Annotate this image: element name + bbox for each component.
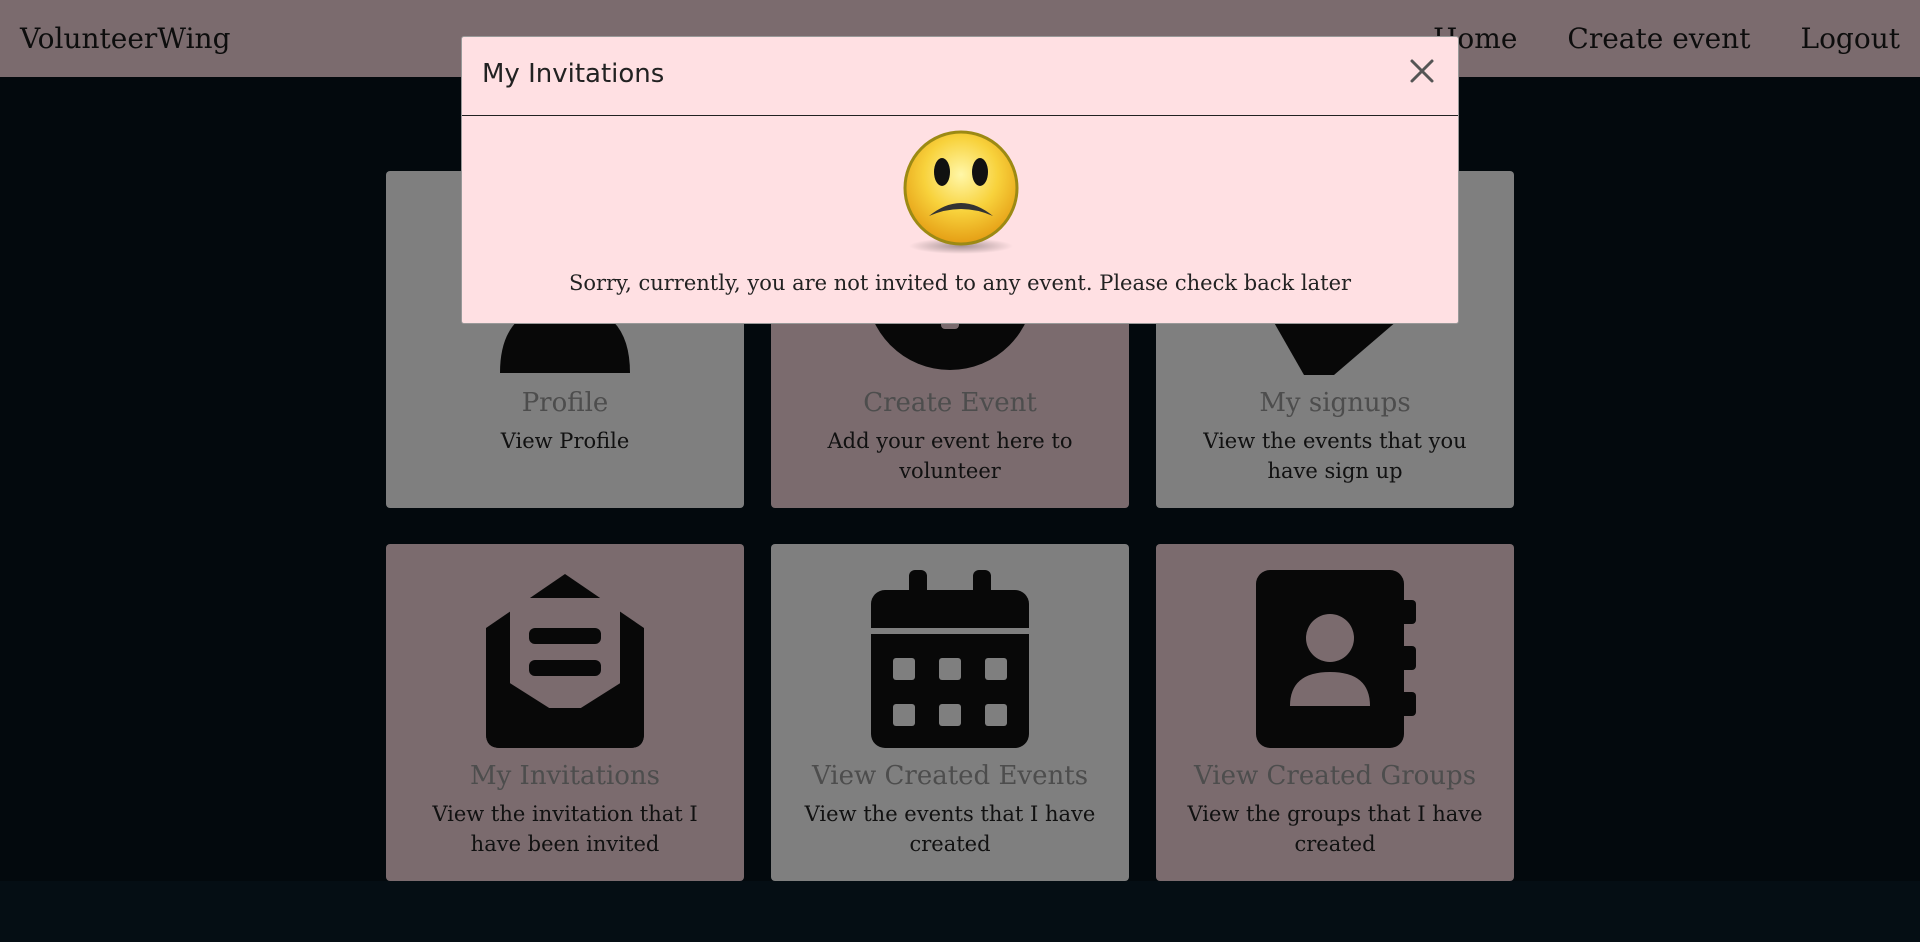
- empty-invitations-message: Sorry, currently, you are not invited to…: [568, 271, 1352, 295]
- close-icon[interactable]: [1406, 55, 1438, 87]
- sad-face-icon: [899, 128, 1023, 256]
- modal-title: My Invitations: [482, 59, 665, 89]
- modal-body: Sorry, currently, you are not invited to…: [462, 116, 1458, 323]
- modal-header: My Invitations: [462, 37, 1458, 116]
- invitations-modal: My Invitations Sorry, currently, you are…: [461, 36, 1459, 324]
